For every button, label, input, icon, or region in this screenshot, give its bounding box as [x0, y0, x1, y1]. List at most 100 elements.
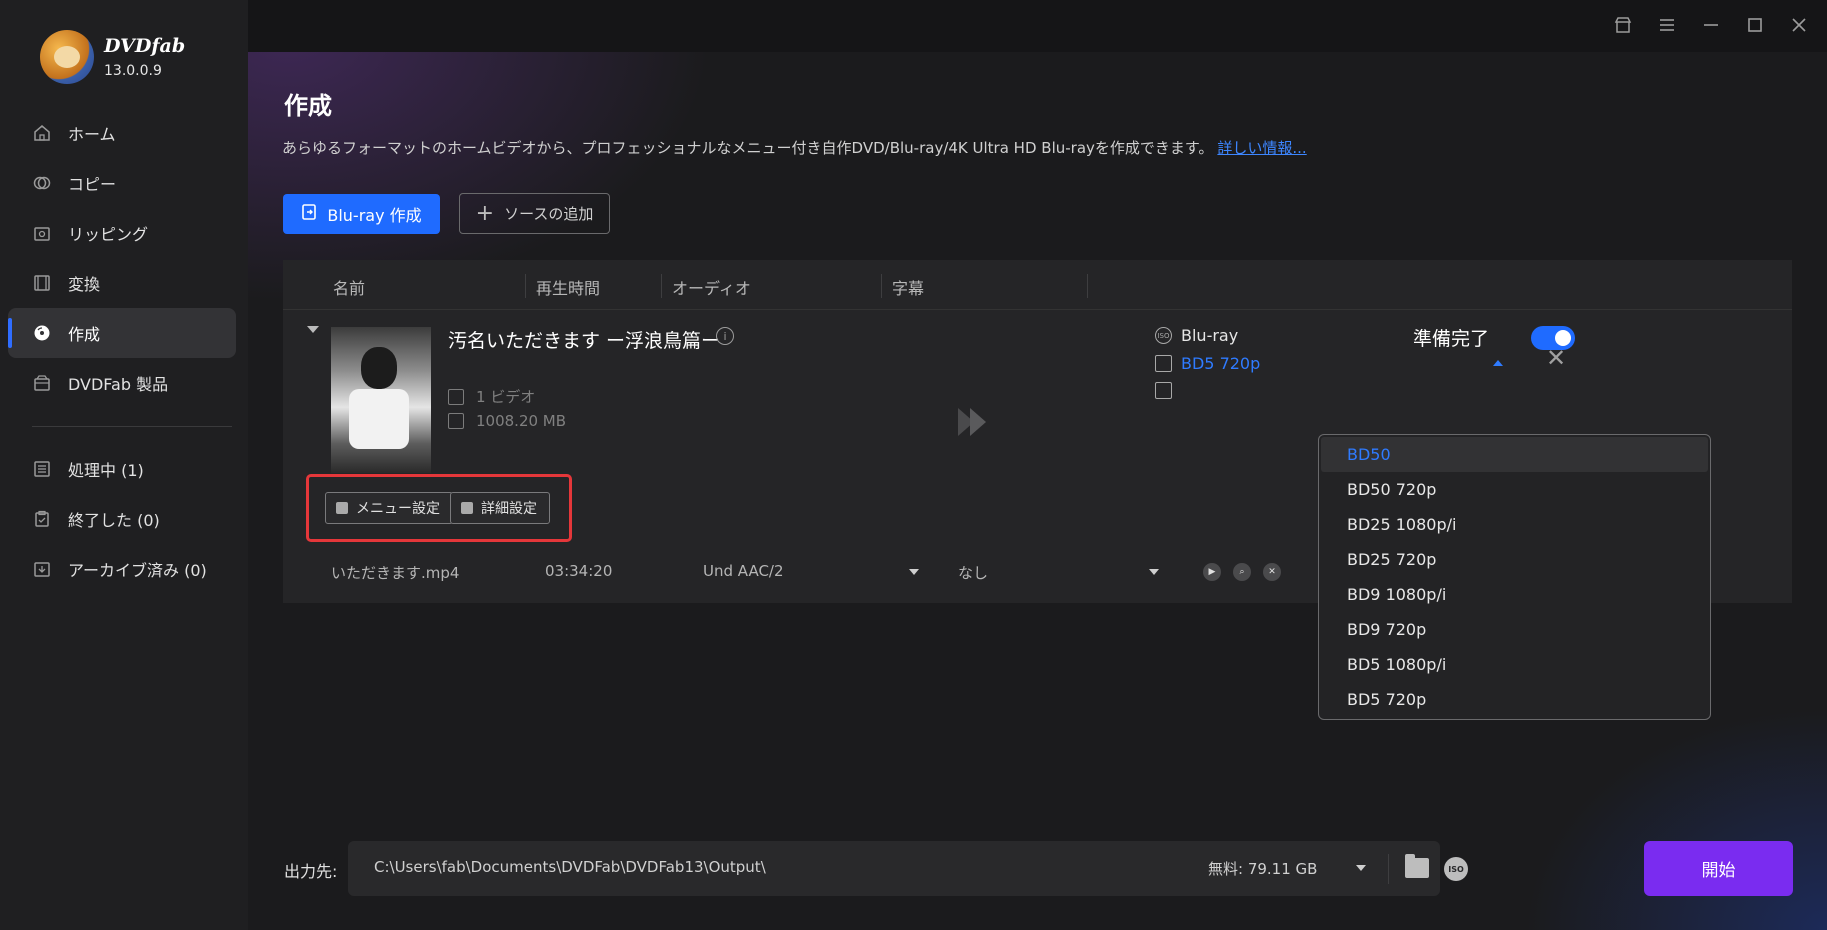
- column-divider: [525, 274, 526, 298]
- table-header: 名前 再生時間 オーディオ 字幕: [283, 260, 1792, 310]
- page-description: あらゆるフォーマットのホームビデオから、プロフェッショナルなメニュー付き自作DV…: [282, 137, 1307, 158]
- ready-status: 準備完了: [1413, 328, 1490, 350]
- ripper-icon: [32, 223, 52, 243]
- profile-dropdown: BD50 BD50 720p BD25 1080p/i BD25 720p BD…: [1318, 434, 1711, 720]
- document-icon: [448, 413, 464, 429]
- chevron-up-icon[interactable]: [1493, 360, 1503, 366]
- file-name: いただきます.mp4: [331, 564, 460, 582]
- sidebar-item-create[interactable]: 作成: [8, 308, 236, 358]
- box-icon: [32, 373, 52, 393]
- disc-icon: [32, 323, 52, 343]
- create-bluray-label: Blu-ray 作成: [327, 206, 422, 225]
- sidebar-item-label: 変換: [68, 275, 101, 294]
- sidebar-item-copy[interactable]: コピー: [8, 158, 236, 208]
- file-duration: 03:34:20: [545, 562, 613, 580]
- sidebar-item-archived[interactable]: アーカイブ済み (0): [8, 544, 236, 594]
- output-path[interactable]: C:\Users\fab\Documents\DVDFab\DVDFab13\O…: [374, 858, 766, 876]
- sidebar-item-products[interactable]: DVDFab 製品: [8, 358, 236, 408]
- chevron-down-icon[interactable]: [909, 569, 919, 575]
- item-title: 汚名いただきます ー浮浪鳥篇ー: [448, 330, 721, 352]
- dropdown-option[interactable]: BD5 1080p/i: [1321, 647, 1708, 682]
- search-icon[interactable]: ⌕: [1233, 563, 1251, 581]
- minimize-icon[interactable]: [1700, 14, 1722, 36]
- sidebar-item-label: コピー: [68, 175, 117, 194]
- advanced-settings-button[interactable]: 詳細設定: [450, 492, 550, 524]
- sidebar-item-label: 終了した (0): [68, 511, 160, 530]
- video-thumbnail: [331, 327, 431, 473]
- column-header-duration: 再生時間: [536, 279, 601, 298]
- advanced-settings-icon: [461, 502, 473, 514]
- plus-icon: +: [475, 201, 495, 226]
- close-window-icon[interactable]: [1788, 14, 1810, 36]
- sidebar-item-label: 作成: [68, 325, 101, 344]
- iso-disc-icon: ISO: [1155, 327, 1172, 344]
- play-icon[interactable]: ▶: [1203, 563, 1221, 581]
- subtitle-select[interactable]: なし: [958, 562, 988, 583]
- dropdown-option[interactable]: BD5 720p: [1321, 682, 1708, 717]
- maximize-icon[interactable]: [1744, 14, 1766, 36]
- file-size-text: 1008.20 MB: [476, 412, 567, 430]
- delete-icon[interactable]: ✕: [1263, 563, 1281, 581]
- sidebar-item-processing[interactable]: 処理中 (1): [8, 444, 236, 494]
- column-divider: [1087, 274, 1088, 298]
- sidebar-item-ripper[interactable]: リッピング: [8, 208, 236, 258]
- create-bluray-icon: [301, 204, 317, 224]
- chevron-down-icon[interactable]: [1356, 865, 1366, 871]
- store-icon[interactable]: [1612, 14, 1634, 36]
- clipboard-check-icon: [32, 509, 52, 529]
- sidebar-item-label: リッピング: [68, 225, 149, 244]
- profile-icon: [1155, 355, 1172, 372]
- app-brand: DVDfab: [104, 35, 186, 57]
- archive-icon: [32, 559, 52, 579]
- column-divider: [881, 274, 882, 298]
- output-path-box: C:\Users\fab\Documents\DVDFab\DVDFab13\O…: [348, 841, 1468, 896]
- list-icon: [32, 459, 52, 479]
- iso-icon[interactable]: ISO: [1444, 857, 1468, 881]
- dropdown-option[interactable]: BD25 1080p/i: [1321, 507, 1708, 542]
- start-button[interactable]: 開始: [1644, 841, 1793, 896]
- column-divider: [661, 274, 662, 298]
- sidebar-item-home[interactable]: ホーム: [8, 108, 236, 158]
- video-icon: [448, 388, 464, 405]
- dropdown-option[interactable]: BD50 720p: [1321, 472, 1708, 507]
- main-nav: ホーム コピー リッピング 変換 作成 DVDFab 製品: [8, 108, 236, 408]
- output-profile-select[interactable]: BD5 720p: [1155, 354, 1260, 373]
- menu-icon[interactable]: [1656, 14, 1678, 36]
- dropdown-option[interactable]: BD9 1080p/i: [1321, 577, 1708, 612]
- dropdown-option[interactable]: BD25 720p: [1321, 542, 1708, 577]
- create-bluray-button[interactable]: Blu-ray 作成: [283, 194, 440, 234]
- add-source-button[interactable]: + ソースの追加: [459, 193, 610, 234]
- video-count: 1 ビデオ: [448, 386, 535, 407]
- dropdown-option[interactable]: BD50: [1321, 437, 1708, 472]
- settings-list-icon: [1155, 382, 1172, 399]
- audio-select[interactable]: Und AAC/2: [703, 562, 784, 580]
- output-profile-text: BD5 720p: [1181, 354, 1261, 373]
- menu-settings-label: メニュー設定: [356, 501, 440, 517]
- chevron-down-icon[interactable]: [1149, 569, 1159, 575]
- advanced-settings-label: 詳細設定: [481, 501, 537, 517]
- dropdown-option[interactable]: BD9 720p: [1321, 612, 1708, 647]
- film-icon: [32, 273, 52, 293]
- free-space: 無料: 79.11 GB: [1208, 860, 1318, 878]
- collapse-caret-icon[interactable]: [307, 326, 319, 333]
- sidebar-item-convert[interactable]: 変換: [8, 258, 236, 308]
- sidebar: DVDfab 13.0.0.9 ホーム コピー リッピング 変換 作成 DVDF…: [0, 0, 248, 930]
- menu-settings-icon: [336, 502, 348, 514]
- output-type: ISO Blu-ray: [1155, 326, 1238, 345]
- sidebar-item-label: アーカイブ済み (0): [68, 561, 207, 580]
- sidebar-divider: [32, 426, 232, 427]
- remove-item-icon[interactable]: ✕: [1546, 344, 1566, 372]
- page-title: 作成: [284, 92, 332, 120]
- sidebar-item-finished[interactable]: 終了した (0): [8, 494, 236, 544]
- output-type-text: Blu-ray: [1181, 326, 1239, 345]
- copy-icon: [32, 173, 52, 193]
- folder-icon[interactable]: [1405, 854, 1429, 878]
- info-icon[interactable]: i: [716, 327, 734, 345]
- sidebar-item-label: DVDFab 製品: [68, 375, 169, 394]
- app-version: 13.0.0.9: [104, 63, 162, 79]
- logo-mascot-icon: [40, 30, 94, 84]
- menu-settings-button[interactable]: メニュー設定: [325, 492, 453, 524]
- convert-arrow-icon: [958, 408, 998, 438]
- more-info-link[interactable]: 詳しい情報...: [1217, 139, 1306, 157]
- title-bar: [248, 0, 1827, 52]
